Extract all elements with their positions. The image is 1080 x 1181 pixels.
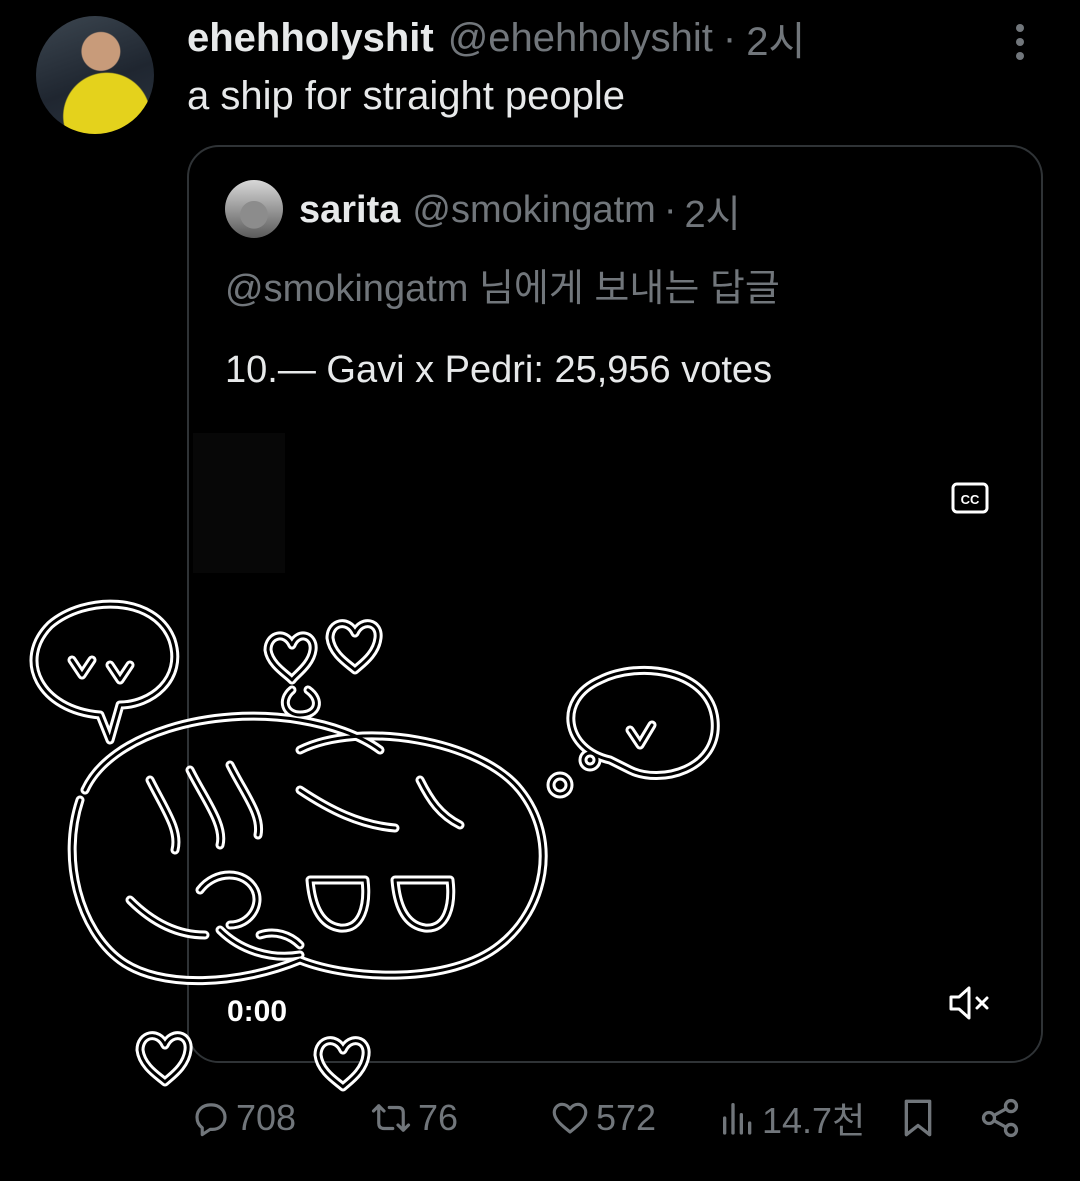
quoted-tweet-header: sarita @smokingatm · 2시 bbox=[299, 185, 741, 236]
cc-icon[interactable]: CC bbox=[951, 482, 989, 514]
more-options-icon[interactable] bbox=[1006, 20, 1034, 64]
quoted-tweet-time: 2시 bbox=[684, 193, 741, 236]
share-icon bbox=[981, 1098, 1019, 1138]
author-handle[interactable]: @ehehholyshit bbox=[448, 16, 713, 61]
video-player[interactable]: CC 0:00 bbox=[189, 427, 1041, 1061]
quoted-tweet-card[interactable]: sarita @smokingatm · 2시 @smokingatm 님에게 … bbox=[187, 145, 1043, 1063]
retweet-count: 76 bbox=[418, 1097, 459, 1138]
reply-icon bbox=[195, 1103, 227, 1137]
reply-button[interactable]: 708 bbox=[190, 1088, 296, 1148]
quoted-tweet-text: 10.— Gavi x Pedri: 25,956 votes bbox=[225, 349, 773, 391]
tweet-text: a ship for straight people bbox=[187, 74, 626, 118]
bookmark-icon bbox=[904, 1099, 932, 1137]
retweet-icon bbox=[371, 1104, 411, 1132]
like-button[interactable]: 572 bbox=[548, 1088, 656, 1148]
tweet-header: ehehholyshit @ehehholyshit · 2시 bbox=[187, 9, 805, 67]
quoted-separator-dot: · bbox=[663, 188, 677, 231]
views-count: 14.7천 bbox=[762, 1100, 866, 1141]
quoted-author-avatar bbox=[225, 180, 283, 238]
video-timestamp: 0:00 bbox=[227, 995, 288, 1028]
heart-icon bbox=[552, 1102, 588, 1134]
separator-dot: · bbox=[722, 15, 737, 60]
bookmark-button[interactable] bbox=[898, 1088, 942, 1148]
like-count: 572 bbox=[596, 1097, 657, 1138]
retweet-button[interactable]: 76 bbox=[368, 1088, 458, 1148]
replying-to-label: @smokingatm 님에게 보내는 답글 bbox=[225, 268, 780, 310]
author-display-name[interactable]: ehehholyshit bbox=[187, 16, 434, 61]
views-icon bbox=[723, 1103, 752, 1135]
tweet-action-bar: 708 76 572 14.7천 bbox=[0, 1088, 1080, 1148]
quoted-author-handle: @smokingatm bbox=[412, 188, 656, 231]
author-avatar[interactable] bbox=[36, 16, 154, 134]
svg-text:CC: CC bbox=[961, 492, 980, 507]
mute-icon[interactable] bbox=[947, 983, 993, 1023]
video-frame-shadow bbox=[193, 433, 285, 573]
quoted-author-display-name: sarita bbox=[299, 188, 401, 231]
share-button[interactable] bbox=[978, 1088, 1026, 1148]
reply-count: 708 bbox=[236, 1097, 297, 1138]
views-button[interactable]: 14.7천 bbox=[718, 1088, 865, 1148]
tweet-time[interactable]: 2시 bbox=[746, 9, 805, 67]
